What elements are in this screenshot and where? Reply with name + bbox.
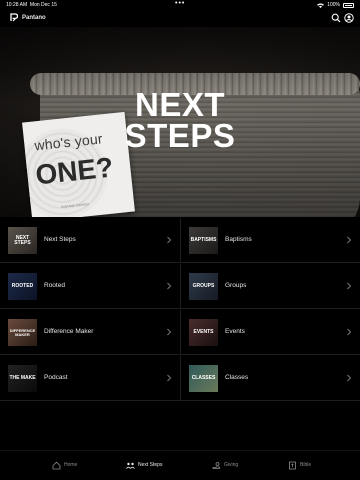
tab-home[interactable]: Home — [52, 458, 77, 472]
chevron-right-icon — [347, 282, 352, 290]
menu-item-label: Baptisms — [225, 236, 252, 243]
hero-title-line2: STEPS — [124, 117, 236, 154]
status-time: 10:28 AM Mon Dec 15 — [6, 2, 57, 8]
status-clock: 10:28 AM — [6, 2, 28, 8]
thumb-label: DIFFERENCE MAKER — [9, 327, 36, 337]
menu-item-label: Events — [225, 328, 245, 335]
baptisms-thumbnail: BAPTISMS — [189, 227, 218, 254]
battery-icon — [343, 2, 354, 8]
account-icon[interactable] — [344, 13, 354, 23]
menu-item-events[interactable]: EVENTS Events — [180, 310, 360, 355]
status-bar: 10:28 AM Mon Dec 15 ••• 100% — [0, 0, 360, 9]
bible-icon — [289, 461, 296, 469]
menu-grid: NEXT STEPS Next Steps BAPTISMS Baptisms … — [0, 218, 360, 401]
multitask-dots-icon[interactable]: ••• — [175, 0, 185, 7]
tab-bible[interactable]: Bible — [288, 458, 311, 472]
thumb-label: CLASSES — [191, 375, 216, 381]
pantano-logo-icon — [10, 13, 18, 22]
menu-item-classes[interactable]: CLASSES Classes — [180, 356, 360, 401]
home-icon — [52, 461, 61, 469]
menu-item-label: Difference Maker — [44, 328, 94, 335]
tab-next-steps[interactable]: Next Steps — [126, 458, 162, 472]
hero-banner[interactable]: who's your ONE? PANTANO CHURCH NEXT STEP… — [0, 27, 360, 217]
menu-item-difference-maker[interactable]: DIFFERENCE MAKER Difference Maker — [0, 310, 180, 355]
thumb-label: NEXT STEPS — [14, 234, 31, 246]
hero-title-line1: NEXT — [134, 86, 225, 123]
app-header: Pantano — [0, 9, 360, 27]
menu-item-next-steps[interactable]: NEXT STEPS Next Steps — [0, 218, 180, 263]
chevron-right-icon — [167, 374, 172, 382]
tab-bar: Home Next Steps Giving Bible — [0, 450, 360, 480]
giving-icon — [212, 461, 220, 469]
thumb-label: GROUPS — [192, 283, 215, 289]
status-date: Mon Dec 15 — [29, 2, 57, 8]
menu-item-label: Next Steps — [44, 236, 76, 243]
chevron-right-icon — [347, 236, 352, 244]
menu-item-label: Classes — [225, 374, 249, 381]
groups-thumbnail: GROUPS — [189, 273, 218, 300]
chevron-right-icon — [347, 328, 352, 336]
brand[interactable]: Pantano — [10, 13, 46, 22]
menu-item-label: Rooted — [44, 282, 65, 289]
tab-giving[interactable]: Giving — [212, 458, 238, 472]
tab-label: Giving — [224, 462, 239, 468]
people-icon — [126, 462, 135, 469]
menu-item-groups[interactable]: GROUPS Groups — [180, 264, 360, 309]
next-steps-thumbnail: NEXT STEPS — [8, 227, 37, 254]
podcast-thumbnail: THE MAKE — [8, 365, 37, 392]
thumb-label: THE MAKE — [9, 375, 36, 381]
tab-label: Next Steps — [138, 462, 163, 468]
events-thumbnail: EVENTS — [189, 319, 218, 346]
difference-maker-thumbnail: DIFFERENCE MAKER — [8, 319, 37, 346]
menu-item-podcast[interactable]: THE MAKE Podcast — [0, 356, 180, 401]
status-indicators: 100% — [317, 2, 354, 8]
chevron-right-icon — [167, 236, 172, 244]
thumb-label: BAPTISMS — [190, 237, 217, 243]
thumb-label: ROOTED — [11, 283, 34, 289]
menu-item-baptisms[interactable]: BAPTISMS Baptisms — [180, 218, 360, 263]
menu-item-rooted[interactable]: ROOTED Rooted — [0, 264, 180, 309]
thumb-label: EVENTS — [193, 329, 214, 335]
chevron-right-icon — [347, 374, 352, 382]
rooted-thumbnail: ROOTED — [8, 273, 37, 300]
classes-thumbnail: CLASSES — [189, 365, 218, 392]
tab-label: Bible — [300, 462, 312, 468]
chevron-right-icon — [167, 282, 172, 290]
wifi-icon — [317, 2, 325, 8]
app-name: Pantano — [22, 14, 46, 21]
menu-item-label: Podcast — [44, 374, 68, 381]
search-icon[interactable] — [331, 13, 341, 23]
chevron-right-icon — [167, 328, 172, 336]
menu-item-label: Groups — [225, 282, 247, 289]
hero-title: NEXT STEPS — [0, 86, 360, 154]
tab-label: Home — [64, 462, 78, 468]
battery-percent: 100% — [327, 2, 340, 8]
